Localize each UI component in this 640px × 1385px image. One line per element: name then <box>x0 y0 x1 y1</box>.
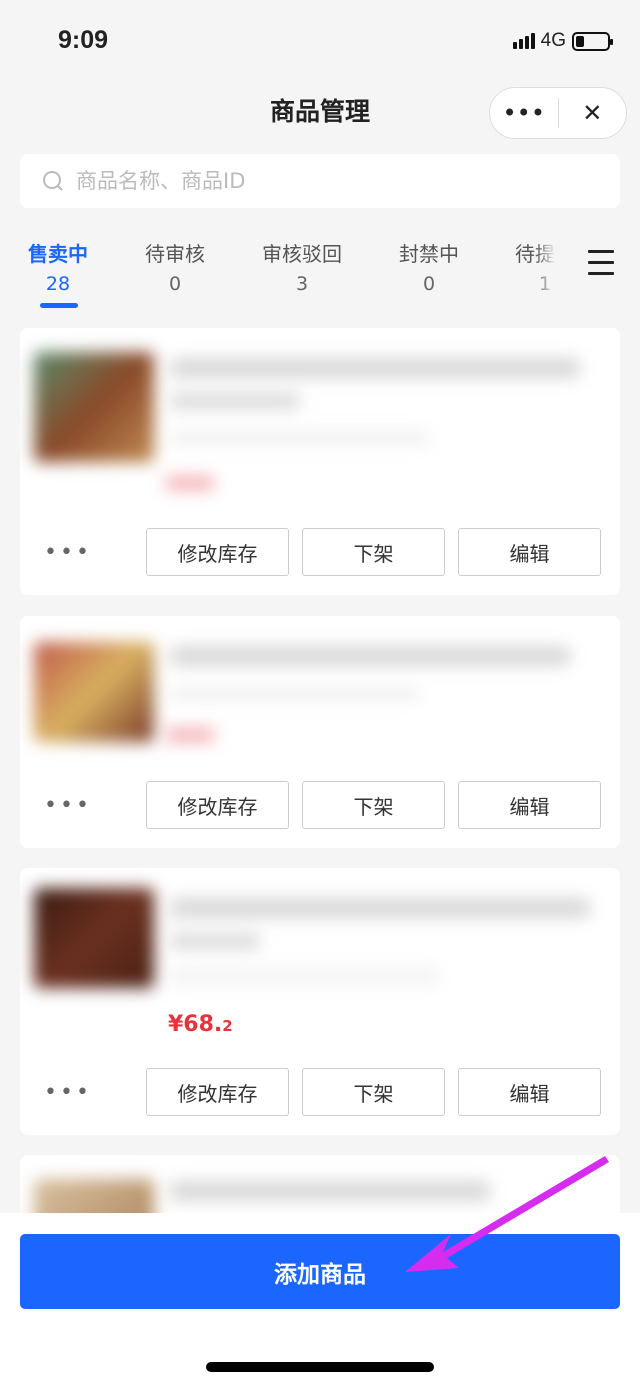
annotation-arrow-icon <box>405 1156 609 1272</box>
edit-button[interactable]: 编辑 <box>458 781 601 829</box>
product-name <box>170 646 570 666</box>
more-horizontal-icon[interactable]: ••• <box>490 99 558 127</box>
active-tab-indicator <box>40 303 78 308</box>
search-icon <box>43 171 63 191</box>
product-card: ••• 修改库存 下架 编辑 <box>20 616 620 848</box>
product-meta <box>170 432 430 444</box>
product-meta <box>170 688 420 700</box>
edit-stock-button[interactable]: 修改库存 <box>146 1068 289 1116</box>
tab-count: 0 <box>422 273 436 295</box>
more-actions-button[interactable]: ••• <box>44 793 92 818</box>
network-type: 4G <box>540 30 566 51</box>
edit-button[interactable]: 编辑 <box>458 528 601 576</box>
take-off-shelf-button[interactable]: 下架 <box>302 781 445 829</box>
menu-icon[interactable] <box>588 250 614 283</box>
product-image[interactable] <box>34 642 154 742</box>
product-meta <box>170 970 440 982</box>
status-time: 9:09 <box>58 26 109 54</box>
tab-count: 3 <box>295 273 309 295</box>
tab-on-sale[interactable]: 售卖中 28 <box>0 238 118 295</box>
product-card: ••• 修改库存 下架 编辑 <box>20 328 620 595</box>
price-decimal: 2 <box>222 1017 233 1035</box>
product-name <box>170 358 580 378</box>
tab-count: 0 <box>168 273 182 295</box>
product-card: ¥68.2 ••• 修改库存 下架 编辑 <box>20 868 620 1135</box>
product-image[interactable] <box>34 888 154 988</box>
price-integer: ¥68. <box>168 1012 223 1037</box>
product-name-line2 <box>170 932 260 950</box>
battery-low-icon <box>572 31 613 51</box>
tab-pending-review[interactable]: 待审核 0 <box>115 238 235 295</box>
tab-label: 售卖中 <box>28 242 88 266</box>
search-input[interactable] <box>76 169 576 193</box>
signal-icon <box>512 33 535 49</box>
take-off-shelf-button[interactable]: 下架 <box>302 528 445 576</box>
product-image[interactable] <box>34 352 154 462</box>
tab-label: 审核驳回 <box>262 242 342 266</box>
product-name-line2 <box>170 392 300 410</box>
status-bar-right: 4G <box>512 30 613 52</box>
search-bar <box>20 154 620 208</box>
edit-stock-button[interactable]: 修改库存 <box>146 781 289 829</box>
tab-banned[interactable]: 封禁中 0 <box>369 238 489 295</box>
product-price <box>165 476 215 490</box>
more-actions-button[interactable]: ••• <box>44 1080 92 1105</box>
tab-label: 待审核 <box>145 242 205 266</box>
product-price <box>165 728 215 742</box>
tab-rejected[interactable]: 审核驳回 3 <box>242 238 362 295</box>
home-indicator <box>206 1362 434 1372</box>
tab-count: 28 <box>45 273 71 295</box>
product-price: ¥68.2 <box>168 1012 233 1037</box>
mini-program-capsule: ••• ✕ <box>489 87 627 139</box>
product-name <box>170 898 590 918</box>
edit-button[interactable]: 编辑 <box>458 1068 601 1116</box>
edit-stock-button[interactable]: 修改库存 <box>146 528 289 576</box>
close-icon[interactable]: ✕ <box>559 99 627 127</box>
take-off-shelf-button[interactable]: 下架 <box>302 1068 445 1116</box>
more-actions-button[interactable]: ••• <box>44 540 92 565</box>
tab-label: 封禁中 <box>399 242 459 266</box>
